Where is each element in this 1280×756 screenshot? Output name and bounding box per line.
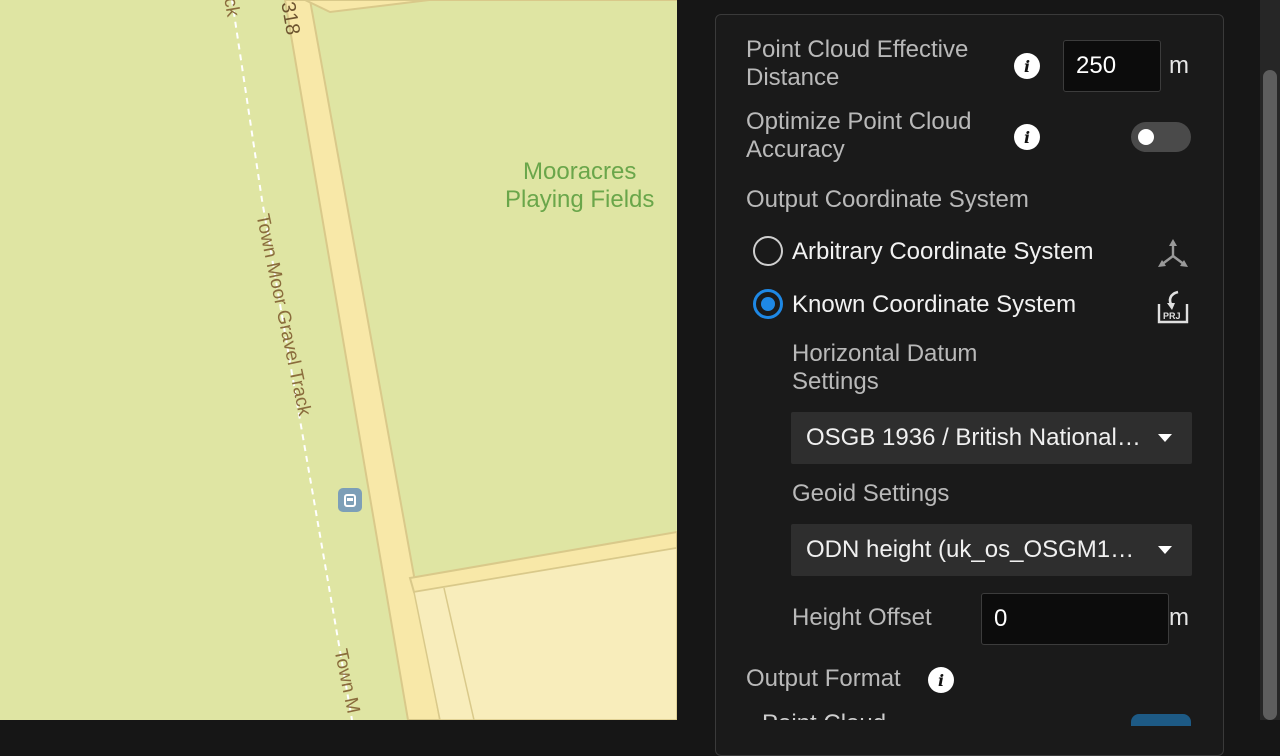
height-offset-label: Height Offset (792, 604, 932, 631)
scrollbar-thumb[interactable] (1263, 70, 1277, 720)
height-offset-input[interactable] (981, 593, 1169, 645)
svg-text:PRJ: PRJ (1163, 311, 1181, 321)
chevron-down-icon (1158, 434, 1172, 442)
optimize-accuracy-toggle[interactable] (1131, 122, 1191, 152)
optimize-accuracy-label: Optimize Point Cloud Accuracy (746, 108, 972, 163)
map-view[interactable]: Mooracres Playing Fields 318 ck Town Moo… (0, 0, 677, 720)
axes-icon[interactable] (1156, 238, 1190, 270)
map-roads (231, 0, 677, 720)
known-coordinate-label[interactable]: Known Coordinate System (792, 291, 1076, 319)
road-318 (283, 0, 442, 720)
arbitrary-coordinate-radio[interactable] (753, 236, 783, 266)
arbitrary-coordinate-label[interactable]: Arbitrary Coordinate System (792, 238, 1093, 266)
info-icon[interactable]: i (1014, 124, 1040, 150)
horizontal-datum-value: OSGB 1936 / British National Grid (806, 424, 1146, 451)
chevron-down-icon (1158, 546, 1172, 554)
output-format-label: Output Format (746, 665, 901, 692)
info-icon[interactable]: i (1014, 53, 1040, 79)
geoid-value: ODN height (uk_os_OSGM15_GB.tif) (806, 536, 1146, 563)
geoid-label: Geoid Settings (792, 480, 950, 507)
effective-distance-unit: m (1169, 52, 1189, 79)
effective-distance-label: Point Cloud Effective Distance (746, 36, 969, 91)
output-format-toggle[interactable] (1131, 714, 1191, 726)
bus-icon[interactable] (338, 488, 362, 512)
height-offset-unit: m (1169, 604, 1189, 631)
area-label: Mooracres Playing Fields (505, 158, 654, 214)
road-top (304, 0, 677, 14)
known-coordinate-radio[interactable] (753, 289, 783, 319)
effective-distance-input[interactable] (1063, 40, 1161, 92)
horizontal-datum-label: Horizontal Datum Settings (792, 340, 978, 395)
info-icon[interactable]: i (928, 667, 954, 693)
output-format-next-item: Point Cloud (762, 710, 886, 720)
prj-import-icon[interactable]: PRJ (1156, 290, 1190, 324)
geoid-select[interactable]: ODN height (uk_os_OSGM15_GB.tif) (791, 524, 1192, 576)
output-coordinate-system-label: Output Coordinate System (746, 186, 1029, 213)
toggle-knob (1138, 129, 1154, 145)
area-label-line2: Playing Fields (505, 186, 655, 213)
area-label-line1: Mooracres (523, 158, 637, 185)
scrollbar[interactable] (1260, 0, 1280, 720)
horizontal-datum-select[interactable]: OSGB 1936 / British National Grid (791, 412, 1192, 464)
